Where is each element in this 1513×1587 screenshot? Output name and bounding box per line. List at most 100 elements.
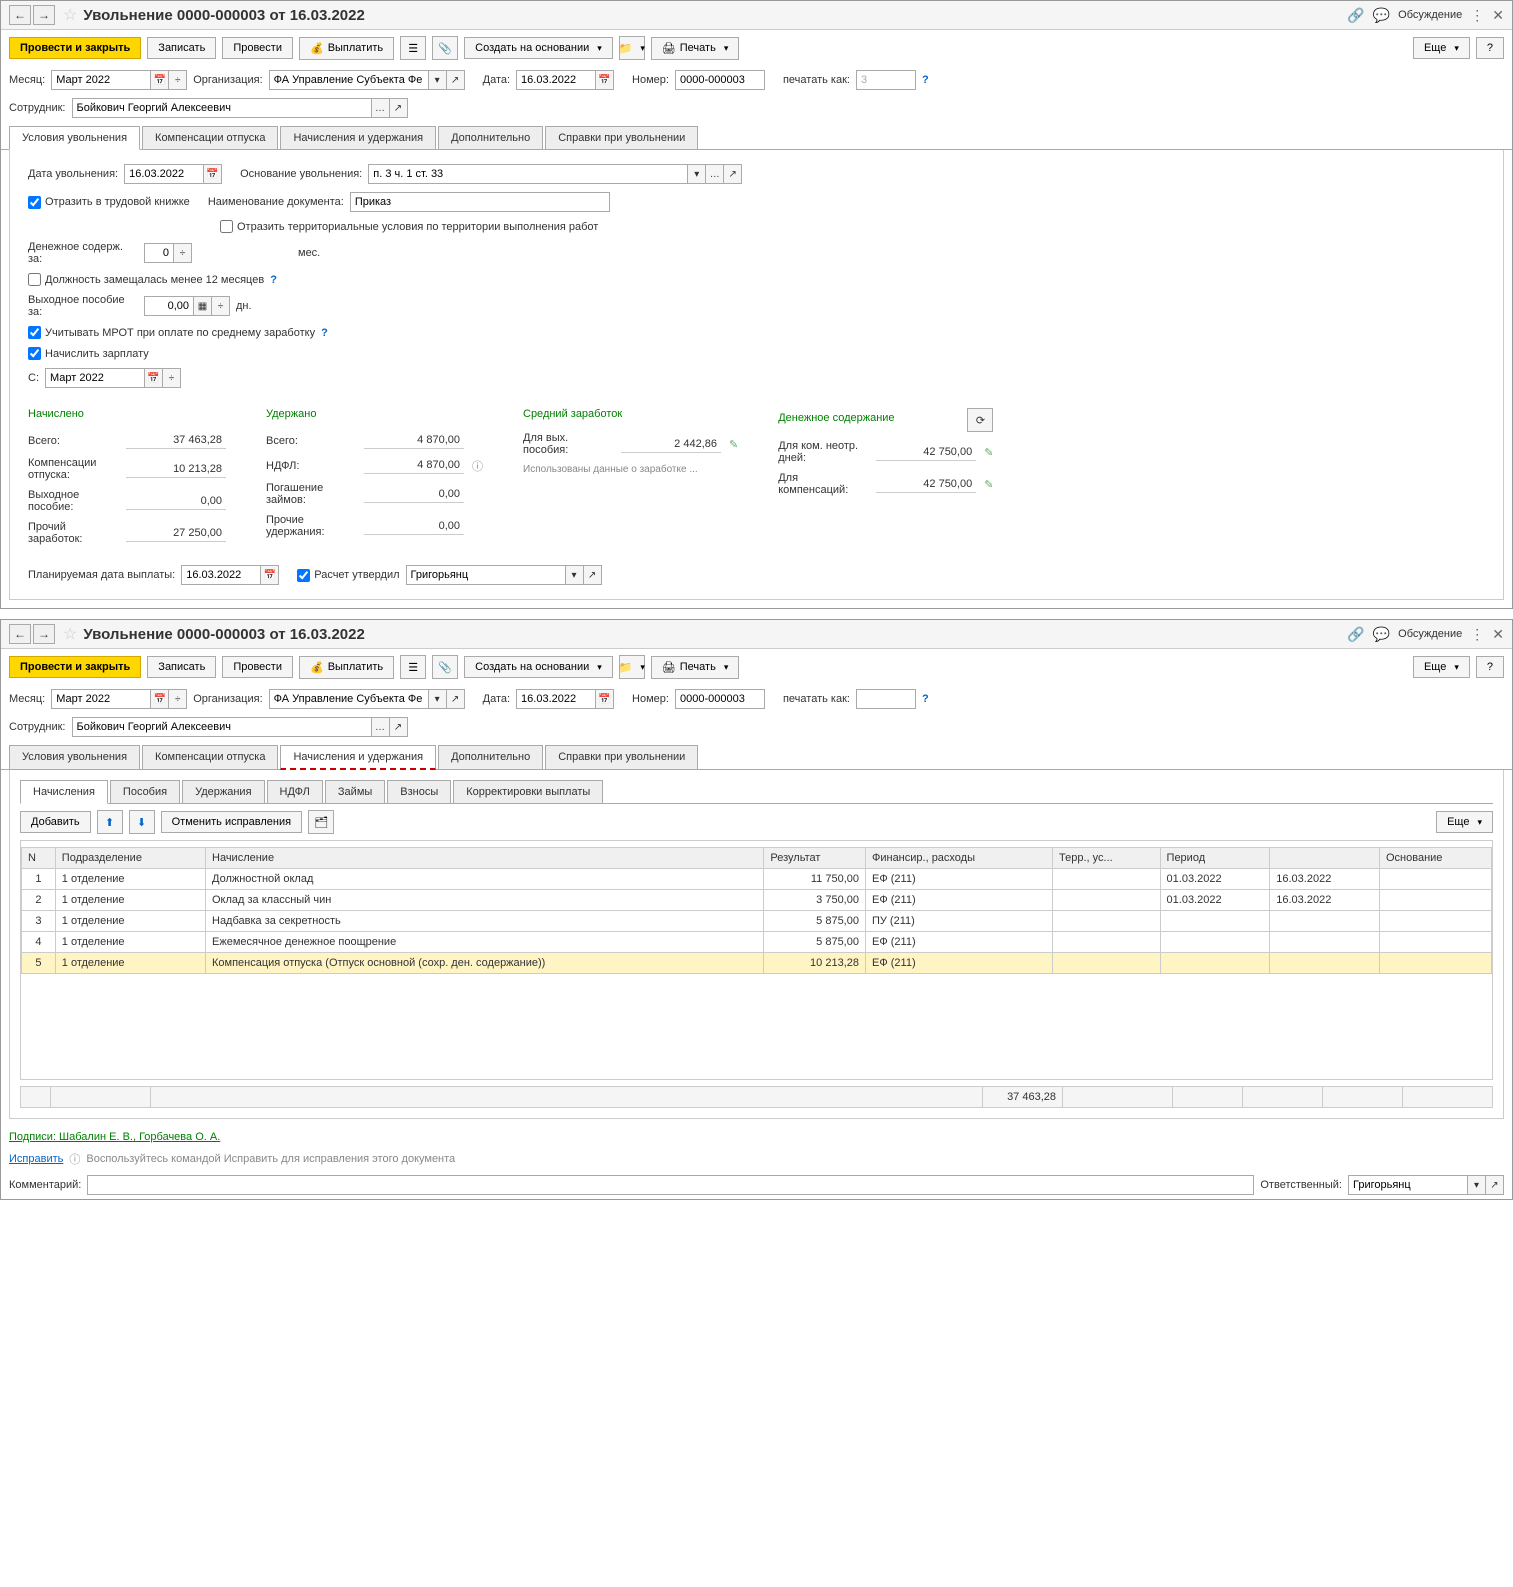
subtab-accruals[interactable]: Начисления <box>20 780 108 804</box>
approver-input[interactable] <box>406 565 566 585</box>
more-dots-icon[interactable]: … <box>372 717 390 737</box>
refresh-button[interactable]: ⟳ <box>967 408 993 432</box>
money-input[interactable] <box>144 243 174 263</box>
favorite-icon[interactable]: ☆ <box>63 624 77 644</box>
help-icon[interactable]: ? <box>922 693 929 705</box>
table-row[interactable]: 41 отделениеЕжемесячное денежное поощрен… <box>22 932 1492 953</box>
print-as-input[interactable] <box>856 689 916 709</box>
more-button[interactable]: Еще <box>1413 37 1470 59</box>
attach-button[interactable]: 📎 <box>432 36 458 60</box>
save-button[interactable]: Записать <box>147 37 216 59</box>
move-up-button[interactable]: ⬆ <box>97 810 123 834</box>
number-input[interactable] <box>675 689 765 709</box>
table-row[interactable]: 51 отделениеКомпенсация отпуска (Отпуск … <box>22 953 1492 974</box>
post-and-close-button[interactable]: Провести и закрыть <box>9 37 141 59</box>
tab-references[interactable]: Справки при увольнении <box>545 126 698 149</box>
employee-input[interactable] <box>72 98 372 118</box>
table-header[interactable]: Терр., ус... <box>1053 848 1160 869</box>
month-input[interactable] <box>51 689 151 709</box>
tab-references[interactable]: Справки при увольнении <box>545 745 698 769</box>
help-icon[interactable]: ? <box>922 74 929 86</box>
list-button[interactable]: ☰ <box>400 36 426 60</box>
cancel-corrections-button[interactable]: Отменить исправления <box>161 811 302 833</box>
link-icon[interactable]: 🔗 <box>1347 626 1364 643</box>
folder-button[interactable]: 📁 <box>619 36 645 60</box>
more-button[interactable]: Еще <box>1436 811 1493 833</box>
reflect-terr-checkbox[interactable]: Отразить территориальные условия по терр… <box>220 220 598 233</box>
subtab-ndfl[interactable]: НДФЛ <box>267 780 323 803</box>
planned-date-input[interactable] <box>181 565 261 585</box>
help-button[interactable]: ? <box>1476 656 1504 678</box>
subtab-corrections[interactable]: Корректировки выплаты <box>453 780 603 803</box>
tab-accruals[interactable]: Начисления и удержания <box>280 745 436 770</box>
spinner-icon[interactable]: ÷ <box>163 368 181 388</box>
discussion-icon[interactable]: 💬 <box>1373 626 1390 643</box>
severance-input[interactable] <box>144 296 194 316</box>
tab-accruals[interactable]: Начисления и удержания <box>280 126 436 149</box>
pay-button[interactable]: 💰Выплатить <box>299 656 394 679</box>
org-input[interactable] <box>269 70 429 90</box>
open-icon[interactable]: ↗ <box>390 717 408 737</box>
open-icon[interactable]: ↗ <box>447 70 465 90</box>
org-input[interactable] <box>269 689 429 709</box>
more-icon[interactable]: … <box>706 164 724 184</box>
discussion-label[interactable]: Обсуждение <box>1398 628 1462 640</box>
link-icon[interactable]: 🔗 <box>1347 7 1364 24</box>
folder-button[interactable]: 📁 <box>619 655 645 679</box>
calendar-icon[interactable]: 📅 <box>145 368 163 388</box>
table-header[interactable]: Основание <box>1380 848 1492 869</box>
discussion-icon[interactable]: 💬 <box>1373 7 1390 24</box>
post-button[interactable]: Провести <box>222 656 293 678</box>
tab-additional[interactable]: Дополнительно <box>438 126 543 149</box>
table-header[interactable]: Подразделение <box>55 848 205 869</box>
doc-name-input[interactable] <box>350 192 610 212</box>
basis-input[interactable] <box>368 164 688 184</box>
edit-icon[interactable]: ✎ <box>984 478 993 491</box>
list-button[interactable]: ☰ <box>400 655 426 679</box>
calendar-icon[interactable]: 📅 <box>151 689 169 709</box>
post-and-close-button[interactable]: Провести и закрыть <box>9 656 141 678</box>
discussion-label[interactable]: Обсуждение <box>1398 9 1462 21</box>
card-button[interactable]: 🗂 <box>308 810 334 834</box>
edit-icon[interactable]: ✎ <box>984 446 993 459</box>
spinner-icon[interactable]: ÷ <box>169 689 187 709</box>
tab-additional[interactable]: Дополнительно <box>438 745 543 769</box>
accrue-salary-checkbox[interactable]: Начислить зарплату <box>28 347 149 360</box>
add-button[interactable]: Добавить <box>20 811 91 833</box>
dropdown-icon[interactable]: ▾ <box>1468 1175 1486 1195</box>
spinner-icon[interactable]: ÷ <box>174 243 192 263</box>
attach-button[interactable]: 📎 <box>432 655 458 679</box>
back-button[interactable]: ← <box>9 624 31 644</box>
close-icon[interactable]: ✕ <box>1492 626 1504 643</box>
tab-conditions[interactable]: Условия увольнения <box>9 745 140 769</box>
table-header[interactable]: Результат <box>764 848 866 869</box>
dropdown-icon[interactable]: ▾ <box>566 565 584 585</box>
forward-button[interactable]: → <box>33 624 55 644</box>
responsible-input[interactable] <box>1348 1175 1468 1195</box>
correct-link[interactable]: Исправить <box>9 1153 63 1165</box>
table-header[interactable]: Начисление <box>206 848 764 869</box>
tab-vacation-comp[interactable]: Компенсации отпуска <box>142 126 278 149</box>
calendar-icon[interactable]: 📅 <box>596 689 614 709</box>
calc-icon[interactable]: ▦ <box>194 296 212 316</box>
print-as-input[interactable] <box>856 70 916 90</box>
accruals-table[interactable]: NПодразделениеНачислениеРезультатФинанси… <box>21 847 1492 974</box>
table-header[interactable]: Финансир., расходы <box>865 848 1052 869</box>
print-button[interactable]: 🖨Печать <box>651 37 740 60</box>
open-icon[interactable]: ↗ <box>1486 1175 1504 1195</box>
help-icon[interactable]: ? <box>270 274 277 286</box>
table-header[interactable]: N <box>22 848 56 869</box>
table-row[interactable]: 21 отделениеОклад за классный чин3 750,0… <box>22 890 1492 911</box>
favorite-icon[interactable]: ☆ <box>63 5 77 25</box>
open-icon[interactable]: ↗ <box>584 565 602 585</box>
menu-icon[interactable]: ⋮ <box>1470 7 1484 24</box>
tab-conditions[interactable]: Условия увольнения <box>9 126 140 150</box>
open-icon[interactable]: ↗ <box>390 98 408 118</box>
subtab-loans[interactable]: Займы <box>325 780 385 803</box>
spinner-icon[interactable]: ÷ <box>212 296 230 316</box>
date-input[interactable] <box>516 689 596 709</box>
save-button[interactable]: Записать <box>147 656 216 678</box>
back-button[interactable]: ← <box>9 5 31 25</box>
print-button[interactable]: 🖨Печать <box>651 656 740 679</box>
dismiss-date-input[interactable] <box>124 164 204 184</box>
